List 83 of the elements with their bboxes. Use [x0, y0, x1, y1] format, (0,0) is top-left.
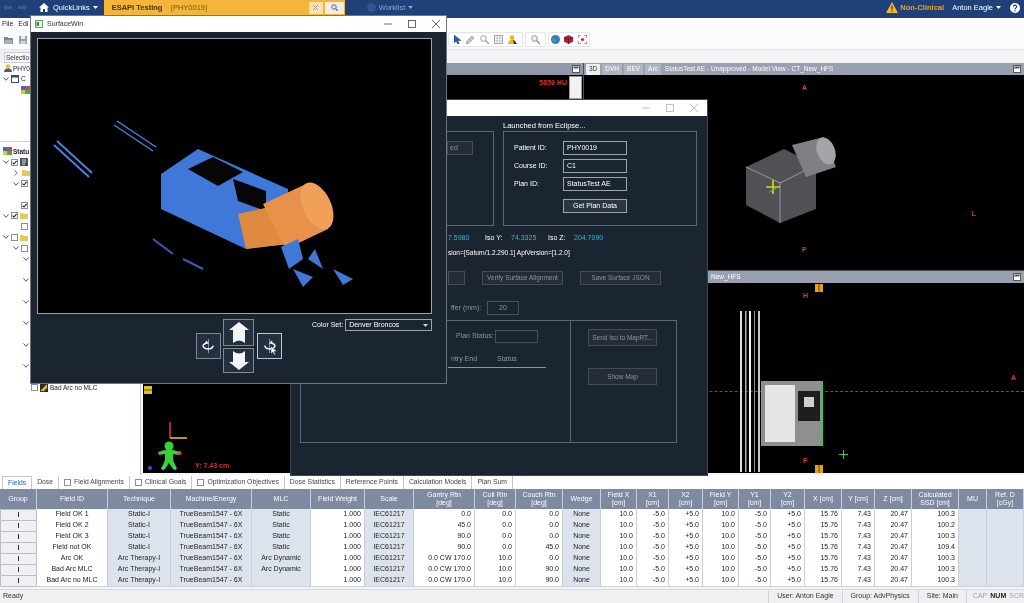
app-icon [35, 20, 43, 28]
chevron-down-icon[interactable] [13, 246, 19, 251]
line-icon [18, 523, 19, 529]
checkbox[interactable] [21, 180, 28, 188]
home-icon[interactable] [39, 3, 49, 12]
close-icon [313, 5, 319, 10]
marker-icon [144, 386, 152, 394]
rotate-right-button[interactable] [257, 333, 282, 359]
maximize-icon[interactable] [572, 65, 580, 73]
chevron-down-icon[interactable] [23, 278, 29, 283]
magnifier-icon[interactable] [531, 35, 540, 44]
rotate-left-icon [201, 339, 216, 353]
crosshair-icon[interactable] [577, 35, 587, 44]
tilt-down-button[interactable] [223, 348, 254, 373]
cursor-icon[interactable] [453, 35, 461, 44]
zoom-icon[interactable] [479, 35, 489, 44]
checkbox[interactable] [197, 479, 205, 486]
maximize-icon[interactable] [1013, 65, 1021, 73]
axes-icon [169, 422, 187, 439]
maximize-icon[interactable] [1013, 273, 1021, 281]
chevron-down-icon[interactable] [23, 364, 29, 369]
calendar-icon [11, 75, 19, 84]
chevron-down-icon[interactable] [3, 213, 9, 218]
help-icon[interactable] [1010, 2, 1020, 13]
image-icon [21, 85, 30, 94]
rotate-left-button[interactable] [196, 333, 221, 359]
checkbox[interactable] [31, 384, 38, 392]
scale-bar [569, 76, 582, 99]
search-icon [330, 4, 338, 11]
checkbox[interactable] [11, 158, 18, 166]
chevron-right-icon[interactable] [14, 169, 18, 176]
line-icon [18, 578, 19, 584]
body-figure-icon [157, 441, 182, 470]
checkbox[interactable] [64, 479, 71, 486]
globe-icon[interactable] [551, 35, 561, 44]
chevron-down-icon[interactable] [3, 160, 9, 165]
line-icon [18, 567, 19, 573]
chevron-down-icon[interactable] [23, 256, 29, 261]
close-button[interactable] [308, 1, 323, 14]
document-icon [20, 158, 28, 167]
maximize-icon[interactable] [408, 20, 416, 28]
chevron-down-icon[interactable] [3, 235, 9, 240]
line-icon [18, 534, 19, 540]
dot-icon [148, 466, 152, 470]
search-button[interactable] [324, 1, 344, 14]
arrow-up-icon [227, 322, 250, 343]
chevron-down-icon[interactable] [23, 299, 29, 304]
line-icon [18, 556, 19, 562]
checkbox[interactable] [21, 244, 28, 252]
person-icon[interactable] [508, 35, 518, 44]
grid-icon[interactable] [494, 35, 504, 44]
checkbox[interactable] [11, 233, 18, 241]
folder-icon [20, 212, 28, 220]
caret-icon [92, 6, 98, 9]
mouse-pointer-icon [271, 346, 277, 355]
pencil-icon[interactable] [465, 35, 475, 44]
close-icon[interactable] [432, 20, 440, 28]
warning-icon [886, 2, 899, 13]
checkbox[interactable] [134, 479, 142, 486]
checkbox[interactable] [21, 201, 28, 209]
tilt-up-button[interactable] [223, 319, 254, 346]
caret-icon [996, 6, 1001, 9]
checkbox[interactable] [21, 223, 28, 231]
chevron-down-icon[interactable] [3, 77, 9, 82]
chevron-down-icon[interactable] [23, 321, 29, 326]
folder-icon [22, 169, 30, 177]
folder-icon [20, 233, 28, 241]
chevron-down-icon[interactable] [23, 342, 29, 347]
circle-icon [366, 3, 376, 12]
arrow-down-icon [227, 351, 250, 370]
person-icon [4, 64, 12, 73]
chevron-down-icon[interactable] [13, 181, 19, 186]
checkbox[interactable] [11, 212, 18, 220]
line-icon [18, 512, 19, 518]
cube-icon[interactable] [564, 35, 574, 44]
caret-icon [423, 323, 429, 327]
marker-icon [815, 465, 823, 473]
crosshair-icon [839, 450, 848, 459]
marker-icon [815, 284, 823, 292]
folder-icon[interactable] [4, 35, 13, 44]
caret-icon [408, 6, 414, 9]
line-icon [18, 545, 19, 551]
plan-icon [3, 147, 12, 156]
